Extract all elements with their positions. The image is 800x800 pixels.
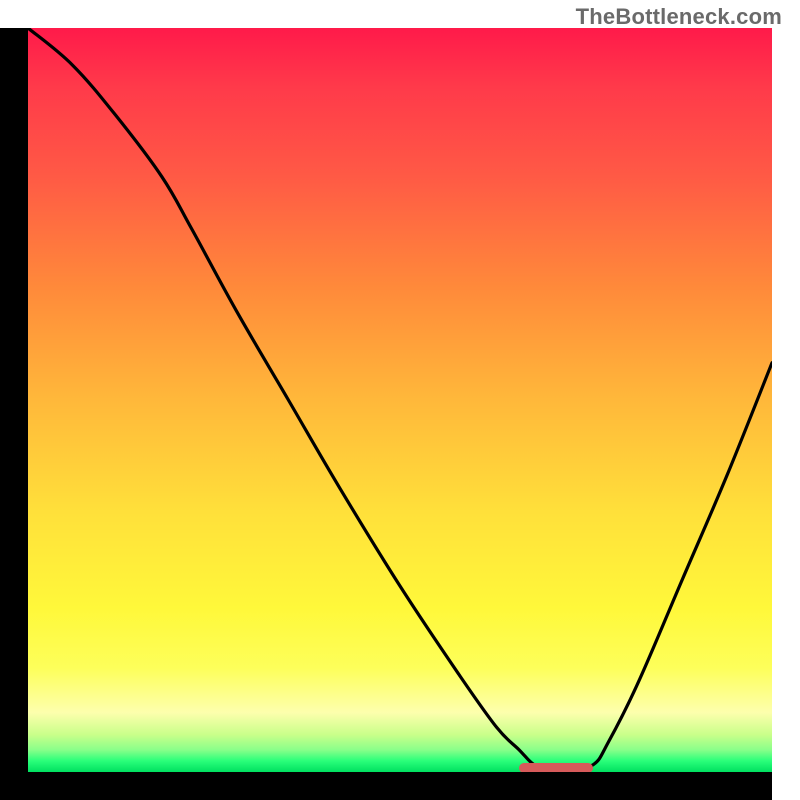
x-axis — [28, 772, 772, 800]
watermark-text: TheBottleneck.com — [576, 4, 782, 30]
curve-svg — [28, 28, 772, 772]
y-axis — [0, 28, 28, 800]
chart-plot-area — [28, 28, 772, 772]
bottleneck-curve — [28, 28, 772, 769]
